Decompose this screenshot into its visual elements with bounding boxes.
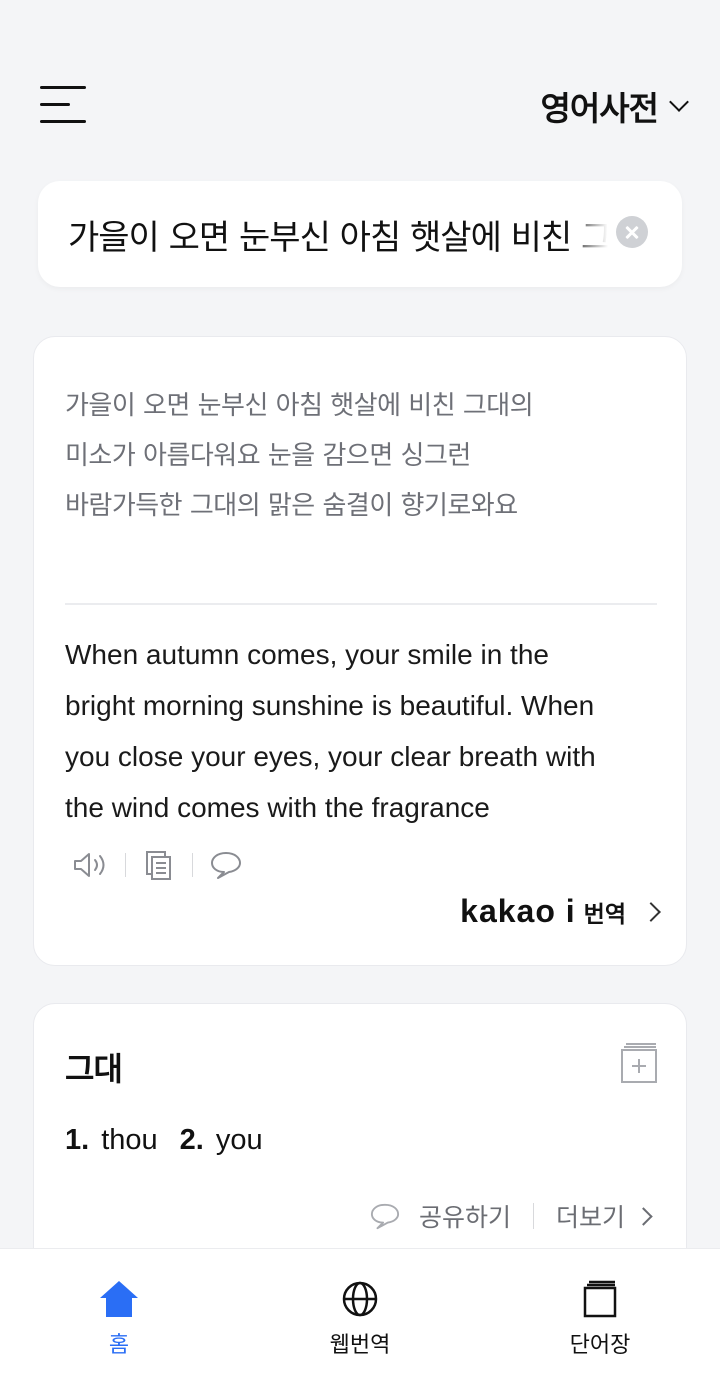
tool-separator — [192, 853, 193, 877]
meaning-item: 1. thou — [65, 1124, 158, 1157]
meaning-number: 1. — [65, 1124, 90, 1156]
search-input[interactable] — [68, 207, 608, 261]
copy-icon[interactable] — [139, 847, 179, 883]
page: 영어사전 가을이 오면 눈부신 아침 햇살에 비친 그대의 미소가 아름다워요 … — [0, 0, 720, 1383]
speaker-icon[interactable] — [72, 847, 112, 883]
translation-card: 가을이 오면 눈부신 아침 햇살에 비친 그대의 미소가 아름다워요 눈을 감으… — [33, 336, 687, 966]
home-icon — [100, 1281, 138, 1317]
chevron-right-icon — [634, 1206, 653, 1226]
translated-line: you close your eyes, your clear breath w… — [65, 741, 596, 772]
meaning-list: 1. thou 2. you — [65, 1124, 285, 1157]
share-label: 공유하기 — [418, 1203, 511, 1232]
source-line: 바람가득한 그대의 맑은 숨결이 향기로와요 — [65, 491, 518, 521]
chevron-down-icon — [669, 92, 689, 112]
word-title[interactable]: 그대 — [65, 1044, 123, 1090]
action-separator — [532, 1203, 534, 1229]
meaning-text: you — [215, 1124, 263, 1156]
translated-line: When autumn comes, your smile in the — [65, 639, 549, 670]
app-header: 영어사전 — [0, 60, 720, 150]
kakao-brand-logo: kakao i — [460, 893, 576, 929]
nav-wordbook-label: 단어장 — [569, 1333, 631, 1358]
nav-home[interactable]: 홈 — [49, 1279, 189, 1359]
more-label: 더보기 — [555, 1203, 625, 1232]
tool-separator — [125, 853, 126, 877]
source-line: 미소가 아름다워요 눈을 감으면 싱그런 — [65, 441, 471, 471]
more-button[interactable]: 더보기 — [555, 1198, 653, 1234]
dictionary-label: 영어사전 — [540, 89, 659, 128]
meaning-item: 2. you — [180, 1124, 263, 1157]
source-line: 가을이 오면 눈부신 아침 햇살에 비친 그대의 — [65, 391, 534, 421]
comment-icon — [370, 1203, 400, 1230]
nav-web-translate[interactable]: 웹번역 — [290, 1279, 430, 1359]
search-box — [38, 181, 682, 287]
dictionary-selector[interactable]: 영어사전 — [540, 82, 689, 130]
meaning-text: thou — [101, 1124, 158, 1156]
translated-line: bright morning sunshine is beautiful. Wh… — [65, 690, 595, 721]
kakao-translate-link[interactable]: kakao i 번역 — [460, 893, 661, 930]
meaning-number: 2. — [179, 1124, 204, 1156]
clear-icon[interactable] — [616, 216, 648, 248]
hamburger-menu-icon[interactable] — [40, 86, 88, 126]
word-actions: 공유하기 더보기 — [369, 1198, 653, 1234]
kakao-translate-label: 번역 — [583, 901, 626, 928]
translated-text: When autumn comes, your smile in the bri… — [65, 629, 665, 833]
comment-icon[interactable] — [206, 847, 246, 883]
translated-line: the wind comes with the fragrance — [65, 792, 490, 823]
bottom-navigation: 홈 웹번역 단어장 — [0, 1248, 720, 1383]
nav-web-translate-label: 웹번역 — [329, 1333, 391, 1358]
nav-wordbook[interactable]: 단어장 — [530, 1279, 670, 1359]
share-button[interactable]: 공유하기 — [369, 1198, 511, 1234]
divider — [65, 603, 657, 605]
source-text: 가을이 오면 눈부신 아침 햇살에 비친 그대의 미소가 아름다워요 눈을 감으… — [65, 381, 665, 531]
wordbook-icon — [583, 1280, 617, 1318]
translation-tools — [72, 847, 246, 883]
add-to-wordbook-icon[interactable] — [620, 1042, 658, 1084]
nav-home-label: 홈 — [108, 1333, 130, 1358]
globe-icon — [342, 1281, 378, 1317]
chevron-right-icon — [641, 901, 661, 922]
